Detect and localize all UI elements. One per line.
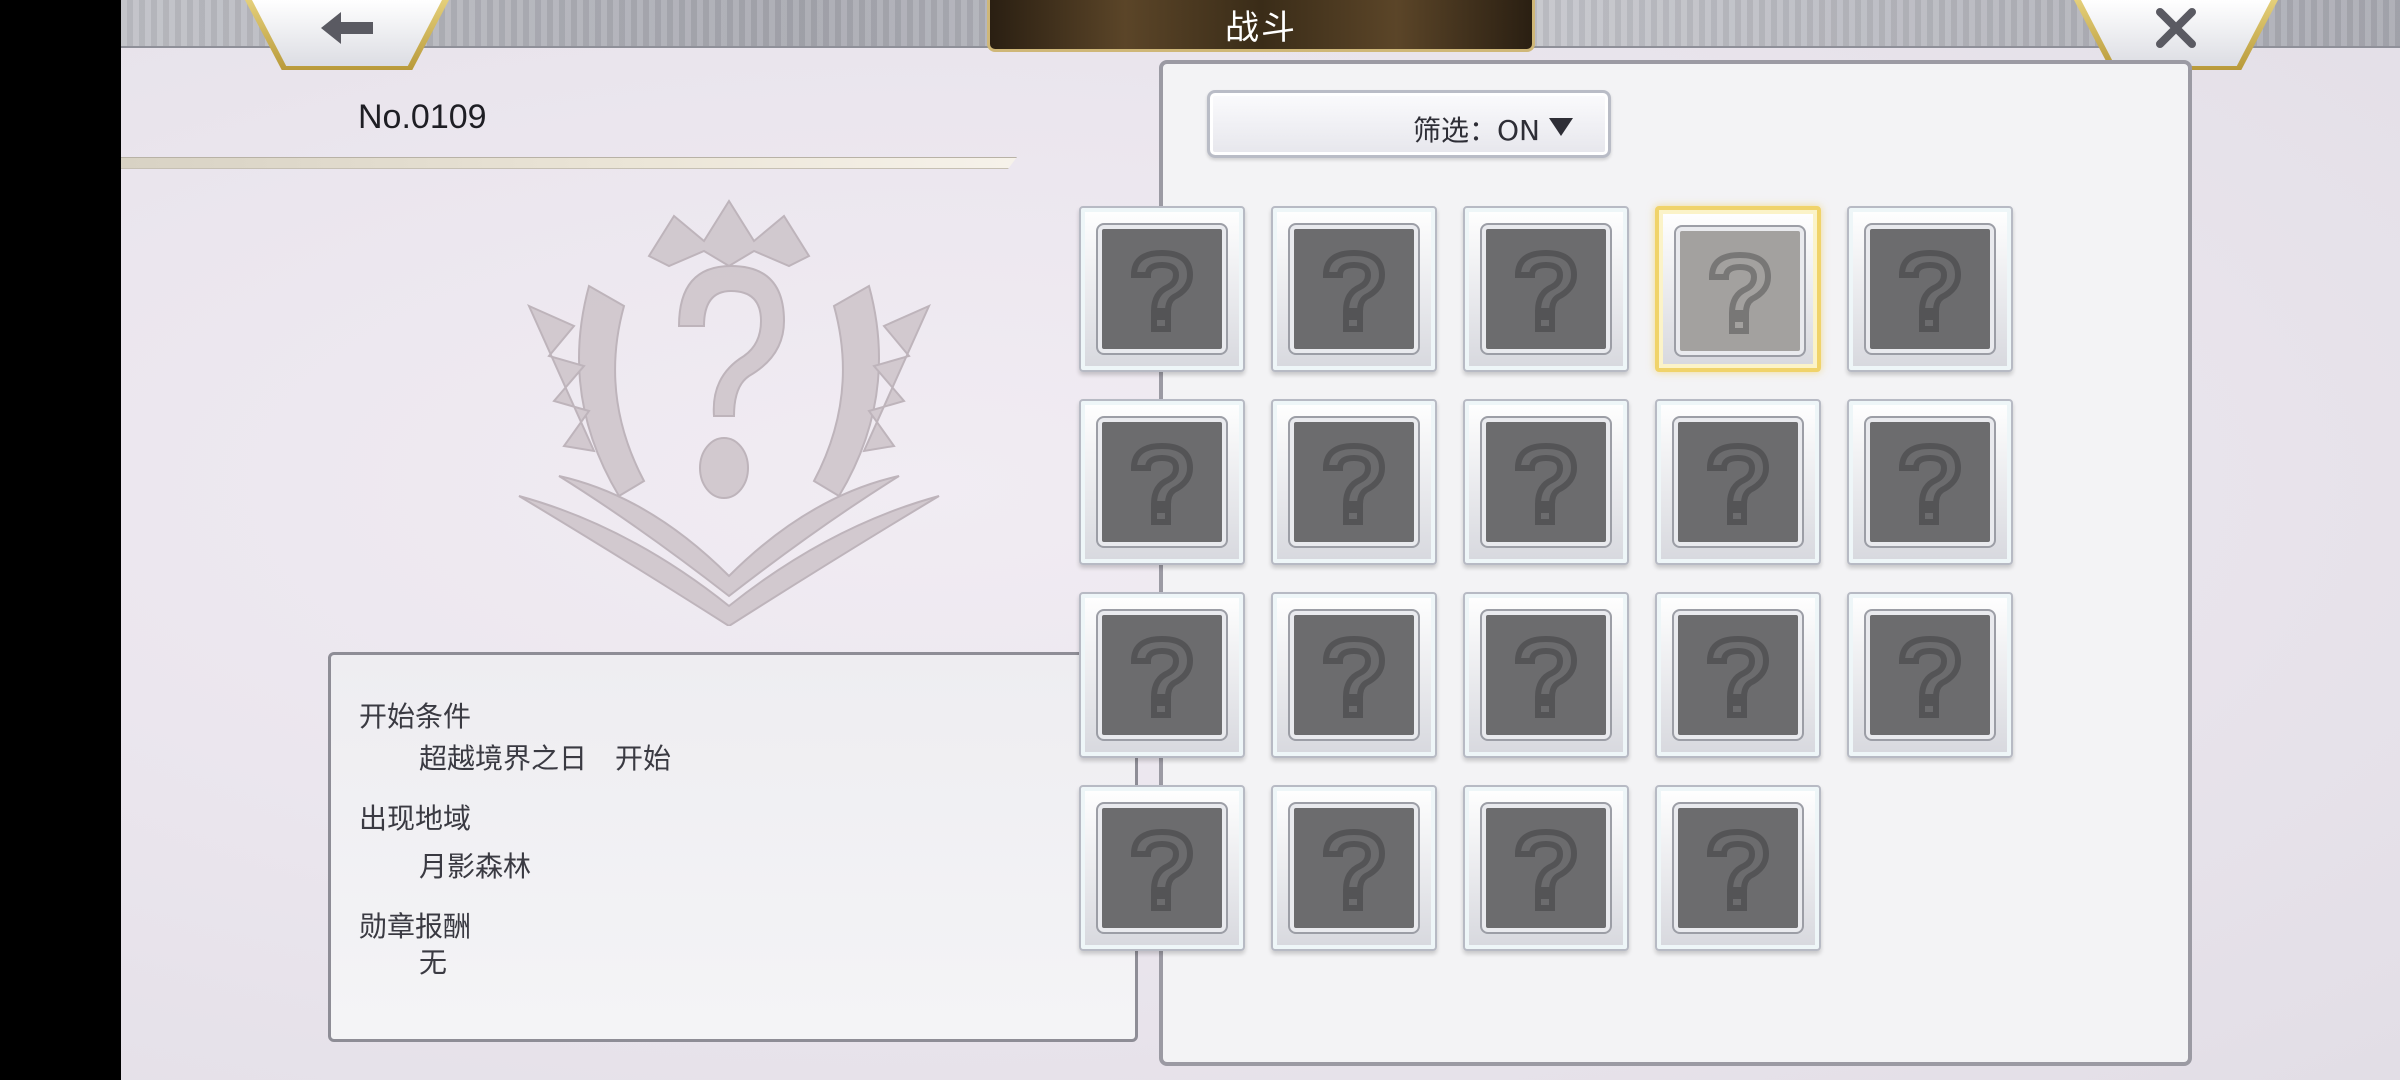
question-mark-icon <box>1898 249 1962 332</box>
achievement-slot[interactable] <box>1079 399 1245 565</box>
achievement-slot[interactable] <box>1847 206 2013 372</box>
achievement-slot[interactable] <box>1271 206 1437 372</box>
left-black-bar <box>0 0 121 1080</box>
achievement-slot[interactable] <box>1271 785 1437 951</box>
locked-slot-face <box>1482 418 1610 546</box>
locked-slot-face <box>1290 418 1418 546</box>
locked-slot-face <box>1098 418 1226 546</box>
question-mark-icon <box>1514 828 1578 911</box>
achievement-slot[interactable] <box>1079 785 1245 951</box>
achievement-slot[interactable] <box>1847 592 2013 758</box>
question-mark-icon <box>1322 442 1386 525</box>
filter-label: 筛选：ON <box>1413 114 1540 147</box>
locked-slot-face <box>1482 804 1610 932</box>
medal-reward-value: 无 <box>419 946 448 979</box>
question-mark-icon <box>1322 249 1386 332</box>
question-mark-icon <box>1706 635 1770 718</box>
locked-slot-face <box>1098 804 1226 932</box>
achievement-slot[interactable] <box>1271 399 1437 565</box>
question-mark-icon <box>1130 249 1194 332</box>
locked-slot-face <box>1098 611 1226 739</box>
achievement-slot[interactable] <box>1847 399 2013 565</box>
title-plate: 战斗 <box>987 0 1535 52</box>
achievement-screen: 战斗 No.0109 开始条件 超越境界之日 开始 出现地域 月影森林 勋章报酬… <box>121 0 2400 1080</box>
achievement-slot[interactable] <box>1463 206 1629 372</box>
question-mark-icon <box>1898 442 1962 525</box>
achievement-slot[interactable] <box>1463 399 1629 565</box>
question-mark-icon <box>1322 635 1386 718</box>
locked-slot-face <box>1290 225 1418 353</box>
question-mark-icon <box>1514 635 1578 718</box>
info-panel: 开始条件 超越境界之日 开始 出现地域 月影森林 勋章报酬 无 <box>328 652 1138 1042</box>
locked-slot-face <box>1674 611 1802 739</box>
achievement-slot[interactable] <box>1079 592 1245 758</box>
locked-slot-face <box>1482 225 1610 353</box>
locked-slot-face <box>1482 611 1610 739</box>
page-title: 战斗 <box>1225 8 1297 48</box>
question-mark-icon <box>1130 442 1194 525</box>
locked-slot-face <box>1866 225 1994 353</box>
achievement-slot[interactable] <box>1463 785 1629 951</box>
achievement-slot[interactable] <box>1655 785 1821 951</box>
start-condition-value: 超越境界之日 开始 <box>419 742 672 775</box>
start-condition-label: 开始条件 <box>359 700 472 733</box>
left-arrow-icon <box>321 12 373 44</box>
achievement-slot[interactable] <box>1655 592 1821 758</box>
question-mark-icon <box>1130 635 1194 718</box>
locked-slot-face <box>1866 611 1994 739</box>
question-mark-icon <box>1514 442 1578 525</box>
locked-slot-face <box>1866 418 1994 546</box>
entry-number: No.0109 <box>358 98 487 136</box>
question-mark-icon <box>1706 828 1770 911</box>
question-mark-icon <box>1898 635 1962 718</box>
question-mark-icon <box>1708 251 1772 334</box>
achievement-slot[interactable] <box>1079 206 1245 372</box>
locked-slot-face <box>1674 804 1802 932</box>
locked-slot-face <box>1098 225 1226 353</box>
locked-slot-face <box>1676 227 1804 355</box>
locked-slot-face <box>1290 611 1418 739</box>
question-mark-icon <box>1706 442 1770 525</box>
locked-slot-face <box>1290 804 1418 932</box>
locked-slot-face <box>1674 418 1802 546</box>
region-value: 月影森林 <box>419 850 532 883</box>
question-mark-icon <box>1130 828 1194 911</box>
achievement-slot[interactable] <box>1271 592 1437 758</box>
dropdown-triangle-icon <box>1549 118 1573 136</box>
achievement-slot[interactable] <box>1655 399 1821 565</box>
header-divider <box>121 157 1017 169</box>
question-mark-icon <box>1514 249 1578 332</box>
region-label: 出现地域 <box>359 802 472 835</box>
question-mark-icon <box>1322 828 1386 911</box>
filter-dropdown[interactable]: 筛选：ON <box>1207 90 1611 158</box>
close-icon <box>2156 8 2196 48</box>
medal-reward-label: 勋章报酬 <box>359 910 472 943</box>
achievement-slot-selected[interactable] <box>1655 206 1821 372</box>
unknown-question-emblem-icon <box>518 199 940 626</box>
achievement-slot[interactable] <box>1463 592 1629 758</box>
